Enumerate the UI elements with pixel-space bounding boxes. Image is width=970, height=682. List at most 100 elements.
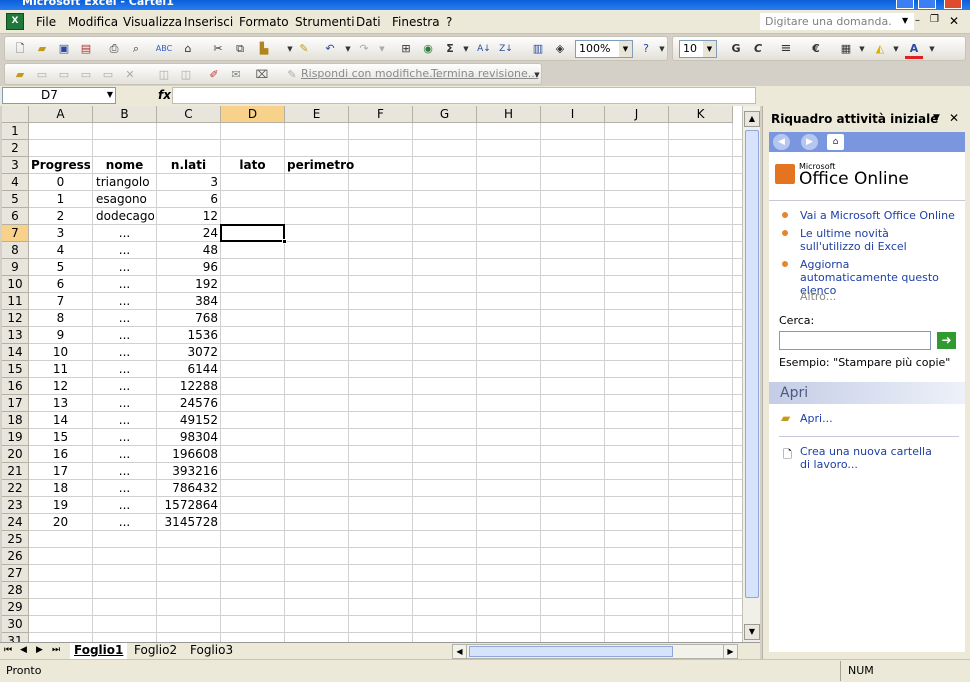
cell-a16[interactable]: 12 [31,378,90,395]
menu-modifica[interactable]: Modifica [68,15,118,29]
column-header-f[interactable]: F [349,106,413,123]
cell-c7[interactable]: 24 [159,225,218,242]
cell-a12[interactable]: 8 [31,310,90,327]
cell-a11[interactable]: 7 [31,293,90,310]
task-pane-close-icon[interactable]: ✕ [949,111,959,125]
cell-a6[interactable]: 2 [31,208,90,225]
align-center-icon[interactable]: ≡ [777,41,795,57]
row-header[interactable]: 24 [2,514,29,531]
search-input[interactable] [779,331,931,350]
back-icon[interactable]: ◀ [773,134,790,150]
cell-b6[interactable]: dodecago [95,208,154,225]
cell-b19[interactable]: ... [95,429,154,446]
sort-descending-icon[interactable]: Z↓ [497,41,515,57]
delete-comment-icon[interactable]: ✕ [121,67,139,83]
autosum-dropdown-icon[interactable]: ▼ [457,41,475,57]
insert-function-icon[interactable]: fx [158,88,171,102]
row-header[interactable]: 2 [2,140,29,157]
end-review-button[interactable]: Termina revisione... [431,67,538,80]
active-cell-selection[interactable] [220,224,285,242]
spreadsheet-grid[interactable]: A B C D E F G H I J K 1 2 3 Progress. nome n.lati lato per… [2,106,742,642]
cell-a17[interactable]: 13 [31,395,90,412]
row-header[interactable]: 11 [2,293,29,310]
row-header[interactable]: 14 [2,344,29,361]
tab-foglio2[interactable]: Foglio2 [130,643,181,659]
cell-a3[interactable]: Progress. [31,157,90,174]
scroll-thumb[interactable] [745,130,759,598]
chart-wizard-icon[interactable]: ▥ [529,41,547,57]
doc-minimize-icon[interactable]: – [915,15,920,26]
cell-c24[interactable]: 3145728 [159,514,218,531]
cell-c3[interactable]: n.lati [159,157,218,174]
scroll-up-icon[interactable]: ▲ [744,111,760,127]
cell-b5[interactable]: esagono [95,191,154,208]
toolbar-options-icon[interactable]: ▼ [533,67,541,83]
undo-icon[interactable]: ↶ [321,41,339,57]
cell-a4[interactable]: 0 [31,174,90,191]
show-comment-icon[interactable]: ▭ [99,67,117,83]
column-header-d[interactable]: D [221,106,285,123]
cell-d3[interactable]: lato [223,157,282,174]
cell-c23[interactable]: 1572864 [159,497,218,514]
cell-c12[interactable]: 768 [159,310,218,327]
next-comment-icon[interactable]: ▭ [77,67,95,83]
menu-help[interactable]: ? [446,15,452,29]
vertical-scrollbar[interactable]: ▲ ▼ [742,106,760,642]
row-header[interactable]: 12 [2,310,29,327]
cell-c22[interactable]: 786432 [159,480,218,497]
cell-b13[interactable]: ... [95,327,154,344]
row-header[interactable]: 22 [2,480,29,497]
font-size-select[interactable]: 10 ▼ [679,40,717,58]
paste-icon[interactable]: ▙ [255,41,273,57]
reply-icon[interactable]: ✎ [283,67,301,83]
column-header-c[interactable]: C [157,106,221,123]
redo-dropdown-icon[interactable]: ▼ [373,41,391,57]
menu-inserisci[interactable]: Inserisci [184,15,233,29]
menu-finestra[interactable]: Finestra [392,15,440,29]
cell-b20[interactable]: ... [95,446,154,463]
menu-formato[interactable]: Formato [239,15,289,29]
column-header-k[interactable]: K [669,106,733,123]
row-header[interactable]: 15 [2,361,29,378]
row-header[interactable]: 3 [2,157,29,174]
tab-foglio1[interactable]: Foglio1 [70,643,128,659]
italic-button[interactable]: C [749,41,767,57]
cell-b14[interactable]: ... [95,344,154,361]
link-more[interactable]: Altro... [800,290,836,303]
cell-c17[interactable]: 24576 [159,395,218,412]
cell-a21[interactable]: 17 [31,463,90,480]
maximize-button[interactable] [918,0,936,9]
cell-a7[interactable]: 3 [31,225,90,242]
row-header[interactable]: 16 [2,378,29,395]
row-header[interactable]: 18 [2,412,29,429]
menu-visualizza[interactable]: Visualizza [123,15,182,29]
cell-b8[interactable]: ... [95,242,154,259]
next-sheet-icon[interactable]: ▶ [36,645,43,655]
prev-comment-icon[interactable]: ▭ [55,67,73,83]
accept-icon[interactable]: ◫ [177,67,195,83]
cell-b24[interactable]: ... [95,514,154,531]
cell-c14[interactable]: 3072 [159,344,218,361]
row-header[interactable]: 26 [2,548,29,565]
menu-file[interactable]: File [36,15,56,29]
row-header[interactable]: 17 [2,395,29,412]
go-arrow-icon[interactable]: ➜ [937,332,956,349]
column-header-j[interactable]: J [605,106,669,123]
open-icon[interactable]: ▰ [33,41,51,57]
row-header[interactable]: 6 [2,208,29,225]
row-header[interactable]: 31 [2,633,29,642]
row-header[interactable]: 10 [2,276,29,293]
excel-app-icon[interactable]: X [6,13,24,30]
doc-restore-icon[interactable]: ❐ [930,14,939,25]
last-sheet-icon[interactable]: ⏭ [52,645,60,655]
comment-icon[interactable]: ▭ [33,67,51,83]
row-header[interactable]: 23 [2,497,29,514]
row-header[interactable]: 27 [2,565,29,582]
cell-c4[interactable]: 3 [159,174,218,191]
copy-icon[interactable]: ⧉ [231,41,249,57]
forward-icon[interactable]: ▶ [801,134,818,150]
cell-b12[interactable]: ... [95,310,154,327]
prev-sheet-icon[interactable]: ◀ [20,645,27,655]
zoom-select[interactable]: 100% ▼ [575,40,633,58]
research-icon[interactable]: ⌂ [179,41,197,57]
